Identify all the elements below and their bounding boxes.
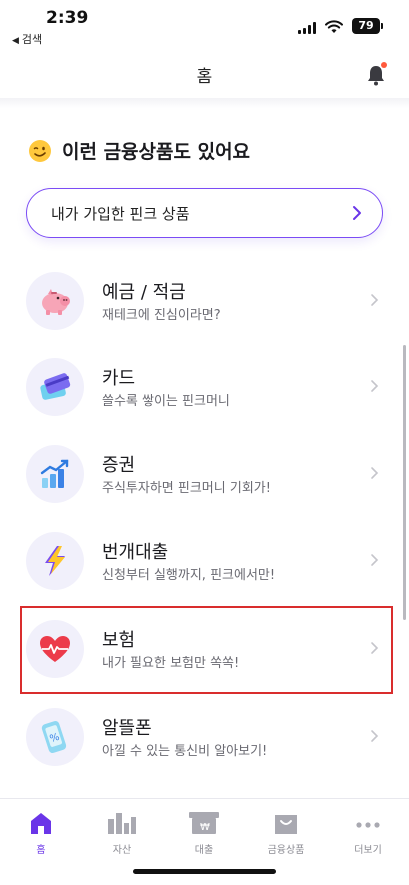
chevron-right-icon (353, 206, 361, 220)
joined-products-button[interactable]: 내가 가입한 핀크 상품 (26, 188, 383, 238)
tab-assets[interactable]: 자산 (87, 809, 157, 856)
product-title: 카드 (102, 368, 136, 389)
tab-more[interactable]: 더보기 (333, 809, 403, 856)
tab-loan[interactable]: ₩ 대출 (169, 809, 239, 856)
chevron-right-icon (371, 730, 379, 742)
status-bar: 2:39 ◀ 검색 79 (0, 0, 409, 50)
chevron-right-icon (371, 467, 379, 479)
product-title: 증권 (102, 455, 136, 476)
bar-chart-icon (87, 809, 157, 835)
product-subtitle: 주식투자하면 핀크머니 기회가! (102, 481, 271, 496)
product-item-savings[interactable]: 예금 / 적금 재테크에 진심이라면? (20, 268, 392, 353)
product-title: 예금 / 적금 (102, 282, 186, 303)
section-title: 이런 금융상품도 있어요 (28, 137, 250, 164)
product-title: 번개대출 (102, 542, 169, 563)
chevron-right-icon (371, 380, 379, 392)
winking-face-icon (29, 139, 51, 162)
wifi-icon (325, 20, 343, 33)
tab-label: 자산 (112, 845, 132, 856)
notification-dot (381, 62, 387, 68)
back-to-app-link[interactable]: ◀ 검색 (12, 31, 42, 47)
cellular-signal-icon (298, 22, 316, 34)
stock-chart-icon (26, 445, 84, 503)
piggy-bank-icon (26, 272, 84, 330)
back-triangle-icon: ◀ (12, 36, 19, 46)
product-subtitle: 신청부터 실행까지, 핀크에서만! (102, 568, 276, 583)
product-item-stock[interactable]: 증권 주식투자하면 핀크머니 기회가! (20, 441, 392, 526)
tab-financial-products[interactable]: 금융상품 (251, 809, 321, 856)
page-title: 홈 (196, 67, 213, 87)
product-subtitle: 재테크에 진심이라면? (102, 308, 221, 323)
tab-label: 홈 (36, 845, 46, 856)
won-box-icon: ₩ (169, 809, 239, 835)
joined-products-label: 내가 가입한 핀크 상품 (51, 205, 190, 223)
shopping-bag-icon (251, 809, 321, 835)
home-icon (6, 809, 76, 835)
product-item-mvno-phone[interactable]: % 알뜰폰 아낄 수 있는 통신비 알아보기! (20, 704, 392, 789)
highlight-box (20, 606, 393, 694)
product-item-card[interactable]: 카드 쓸수록 쌓이는 핀크머니 (20, 354, 392, 439)
tab-home[interactable]: 홈 (6, 809, 76, 856)
product-subtitle: 쓸수록 쌓이는 핀크머니 (102, 394, 230, 409)
lightning-icon (26, 532, 84, 590)
tab-label: 대출 (194, 845, 214, 856)
scroll-shadow (0, 98, 409, 108)
card-icon (26, 358, 84, 416)
home-indicator (133, 869, 276, 874)
battery-indicator: 79 (352, 18, 383, 34)
chevron-right-icon (371, 294, 379, 306)
tab-label: 더보기 (354, 845, 382, 856)
product-item-flash-loan[interactable]: 번개대출 신청부터 실행까지, 핀크에서만! (20, 528, 392, 613)
app-header: 홈 (0, 50, 409, 98)
product-title: 알뜰폰 (102, 718, 152, 739)
more-icon (333, 809, 403, 835)
svg-text:₩: ₩ (200, 822, 210, 833)
scrollbar[interactable] (403, 345, 406, 620)
product-subtitle: 아낄 수 있는 통신비 알아보기! (102, 744, 268, 759)
section-title-text: 이런 금융상품도 있어요 (62, 141, 251, 163)
chevron-right-icon (371, 554, 379, 566)
phone-icon: % (26, 708, 84, 766)
status-time: 2:39 (46, 8, 89, 28)
back-app-label: 검색 (21, 33, 43, 46)
tab-label: 금융상품 (267, 845, 305, 856)
